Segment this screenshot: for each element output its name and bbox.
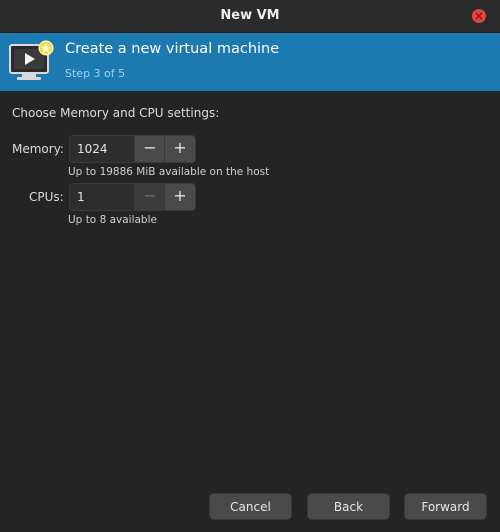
close-icon [475, 12, 483, 20]
step-indicator: Step 3 of 5 [65, 67, 126, 80]
memory-hint: Up to 19886 MiB available on the host [68, 166, 270, 178]
cancel-button[interactable]: Cancel [209, 493, 292, 520]
wizard-header: Create a new virtual machine Step 3 of 5 [0, 33, 500, 91]
memory-increment-button[interactable]: + [164, 136, 195, 162]
new-vm-window: New VM Create a new virtual machine Step… [0, 0, 500, 532]
virtual-machine-icon [9, 40, 54, 80]
memory-label: Memory: [12, 142, 64, 156]
memory-spinbox: − + [69, 135, 196, 163]
cpus-hint: Up to 8 available [68, 214, 157, 226]
memory-input[interactable] [70, 136, 134, 162]
close-button[interactable] [472, 9, 486, 23]
section-label: Choose Memory and CPU settings: [12, 106, 220, 120]
header-title: Create a new virtual machine [65, 41, 280, 57]
title-bar: New VM [0, 0, 500, 33]
cpus-label: CPUs: [29, 190, 64, 204]
cpus-increment-button[interactable]: + [164, 184, 195, 210]
cpus-decrement-button[interactable]: − [134, 184, 165, 210]
cpus-input[interactable] [70, 184, 134, 210]
cpus-spinbox: − + [69, 183, 196, 211]
back-button[interactable]: Back [307, 493, 390, 520]
window-title: New VM [220, 8, 280, 23]
forward-button[interactable]: Forward [404, 493, 487, 520]
memory-decrement-button[interactable]: − [134, 136, 165, 162]
